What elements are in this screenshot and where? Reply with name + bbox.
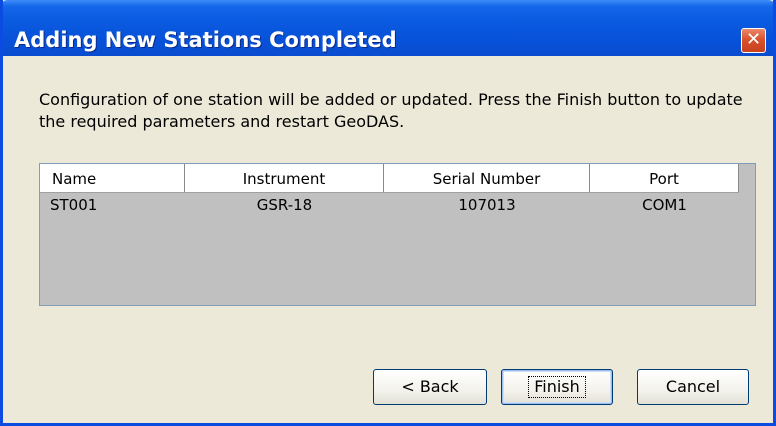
close-icon: ✕ — [745, 29, 762, 50]
list-header: Name Instrument Serial Number Port — [40, 164, 739, 193]
cell-name: ST001 — [50, 196, 98, 214]
stations-list[interactable]: Name Instrument Serial Number Port ST001… — [39, 163, 756, 306]
title-bar[interactable]: Adding New Stations Completed ✕ — [3, 0, 773, 56]
column-header-instrument[interactable]: Instrument — [185, 164, 384, 192]
table-row[interactable]: ST001 GSR-18 107013 COM1 — [40, 193, 739, 217]
window-title: Adding New Stations Completed — [14, 28, 397, 52]
close-button[interactable]: ✕ — [741, 28, 766, 53]
finish-button-label: Finish — [528, 376, 586, 398]
cancel-button[interactable]: Cancel — [637, 369, 749, 405]
column-header-serial-number[interactable]: Serial Number — [384, 164, 590, 192]
back-button[interactable]: < Back — [373, 369, 487, 405]
instruction-text: Configuration of one station will be add… — [39, 90, 743, 131]
column-header-name[interactable]: Name — [40, 164, 185, 192]
cell-instrument: GSR-18 — [256, 196, 313, 214]
dialog-window: Adding New Stations Completed ✕ Configur… — [0, 0, 776, 426]
cell-port: COM1 — [642, 196, 687, 214]
column-header-port[interactable]: Port — [590, 164, 739, 192]
cell-serial-number: 107013 — [458, 196, 516, 214]
finish-button[interactable]: Finish — [501, 369, 613, 405]
